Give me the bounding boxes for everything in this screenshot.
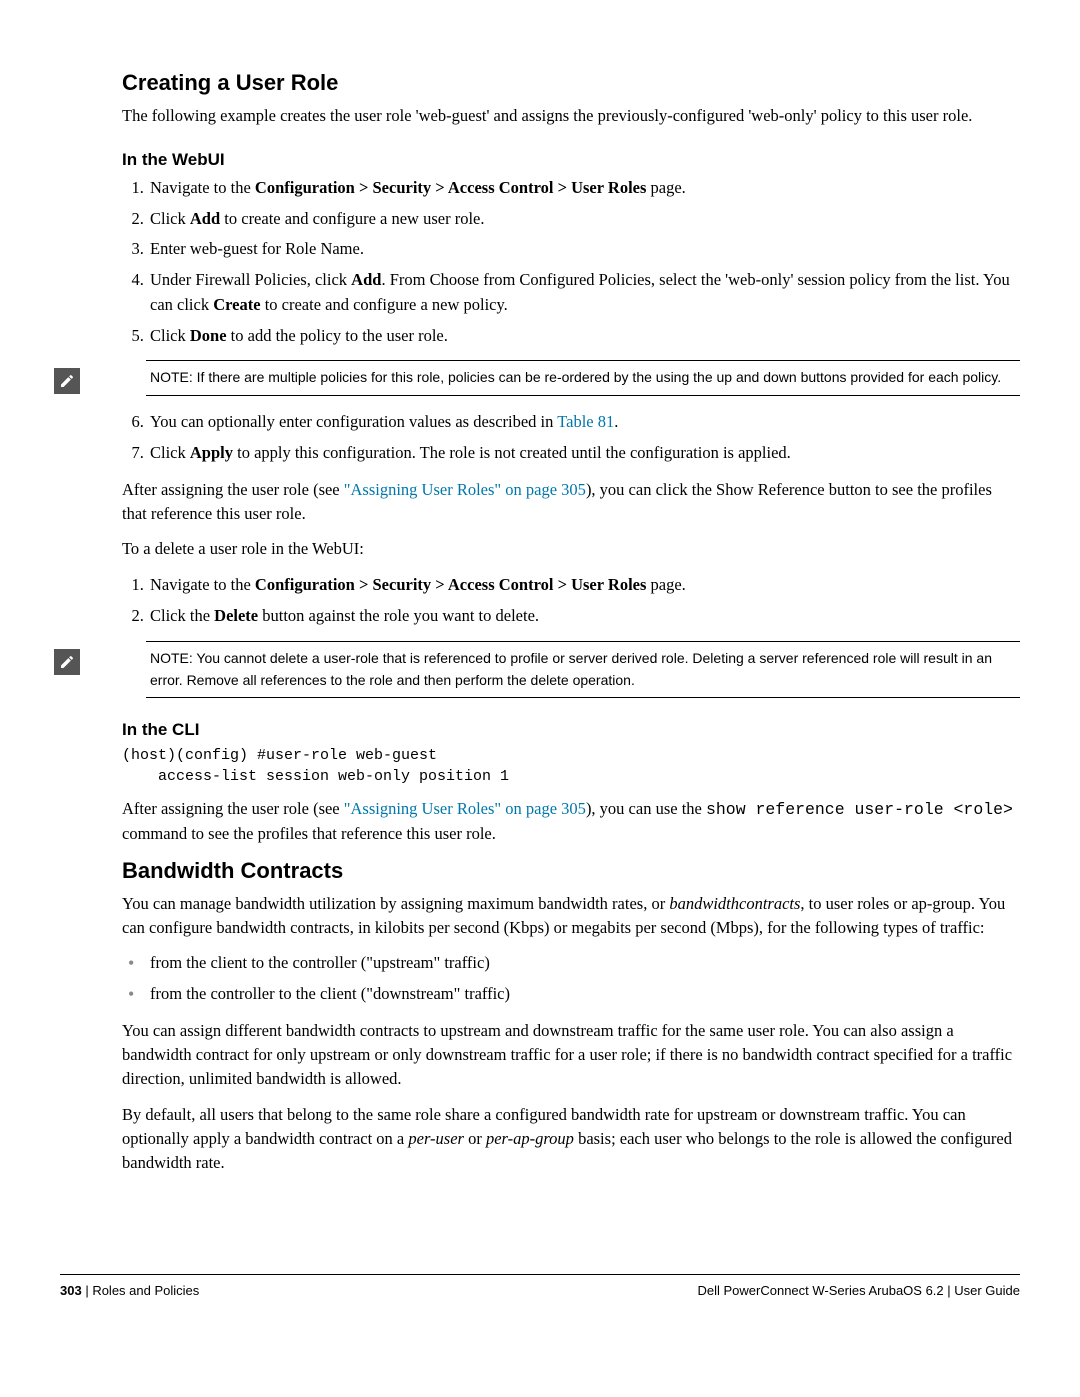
- pencil-icon: [54, 368, 80, 394]
- note-text: NOTE: If there are multiple policies for…: [146, 360, 1020, 396]
- list-item: Click the Delete button against the role…: [148, 604, 1020, 629]
- list-item: You can optionally enter configuration v…: [148, 410, 1020, 435]
- create-label: Create: [213, 295, 260, 314]
- subheading-webui: In the WebUI: [122, 150, 1020, 170]
- cli-code-block: (host)(config) #user-role web-guest acce…: [122, 746, 1020, 787]
- text: Navigate to the: [150, 575, 255, 594]
- add-label: Add: [190, 209, 220, 228]
- list-item: Under Firewall Policies, click Add. From…: [148, 268, 1020, 318]
- bandwidth-p2: You can assign different bandwidth contr…: [122, 1019, 1020, 1091]
- text: button against the role you want to dele…: [258, 606, 539, 625]
- page-number: 303: [60, 1283, 82, 1298]
- footer-left: 303 | Roles and Policies: [60, 1283, 199, 1298]
- list-item: from the controller to the client ("down…: [150, 982, 1020, 1007]
- webui-steps-list-a: Navigate to the Configuration > Security…: [122, 176, 1020, 349]
- note-block: NOTE: If there are multiple policies for…: [60, 360, 1020, 396]
- traffic-types-list: from the client to the controller ("upst…: [122, 951, 1020, 1007]
- text: Navigate to the: [150, 178, 255, 197]
- emphasis: per-ap-group: [486, 1129, 574, 1148]
- text: Under Firewall Policies, click: [150, 270, 351, 289]
- list-item: Click Done to add the policy to the user…: [148, 324, 1020, 349]
- cross-ref-link[interactable]: "Assigning User Roles" on page 305: [344, 480, 586, 499]
- after-assign-paragraph: After assigning the user role (see "Assi…: [122, 478, 1020, 526]
- delete-label: Delete: [214, 606, 258, 625]
- nav-path: Configuration > Security > Access Contro…: [255, 178, 646, 197]
- done-label: Done: [190, 326, 227, 345]
- list-item: Click Add to create and configure a new …: [148, 207, 1020, 232]
- text: to add the policy to the user role.: [227, 326, 448, 345]
- cli-after-paragraph: After assigning the user role (see "Assi…: [122, 797, 1020, 846]
- nav-path: Configuration > Security > Access Contro…: [255, 575, 646, 594]
- text: to apply this configuration. The role is…: [233, 443, 791, 462]
- chapter-title: Roles and Policies: [92, 1283, 199, 1298]
- emphasis: per-user: [408, 1129, 464, 1148]
- text: After assigning the user role (see: [122, 799, 344, 818]
- apply-label: Apply: [190, 443, 233, 462]
- list-item: from the client to the controller ("upst…: [150, 951, 1020, 976]
- add-label: Add: [351, 270, 381, 289]
- text: or: [464, 1129, 486, 1148]
- cross-ref-link[interactable]: "Assigning User Roles" on page 305: [344, 799, 586, 818]
- text: Click: [150, 443, 190, 462]
- text: After assigning the user role (see: [122, 480, 344, 499]
- emphasis: bandwidthcontracts: [669, 894, 800, 913]
- intro-paragraph: The following example creates the user r…: [122, 104, 1020, 128]
- list-item: Enter web-guest for Role Name.: [148, 237, 1020, 262]
- list-item: Navigate to the Configuration > Security…: [148, 573, 1020, 598]
- footer-separator: |: [82, 1283, 93, 1298]
- bandwidth-p3: By default, all users that belong to the…: [122, 1103, 1020, 1175]
- text: Click: [150, 326, 190, 345]
- delete-steps-list: Navigate to the Configuration > Security…: [122, 573, 1020, 629]
- text: .: [614, 412, 618, 431]
- webui-steps-list-b: You can optionally enter configuration v…: [122, 410, 1020, 466]
- text: Click: [150, 209, 190, 228]
- document-page: Creating a User Role The following examp…: [0, 0, 1080, 1338]
- text: You can manage bandwidth utilization by …: [122, 894, 669, 913]
- text: page.: [646, 178, 685, 197]
- text: You can optionally enter configuration v…: [150, 412, 557, 431]
- delete-intro: To a delete a user role in the WebUI:: [122, 537, 1020, 561]
- heading-creating-user-role: Creating a User Role: [122, 70, 1020, 96]
- list-item: Click Apply to apply this configuration.…: [148, 441, 1020, 466]
- footer-right: Dell PowerConnect W-Series ArubaOS 6.2 |…: [698, 1283, 1021, 1298]
- text: ), you can use the: [586, 799, 706, 818]
- pencil-icon: [54, 649, 80, 675]
- subheading-cli: In the CLI: [122, 720, 1020, 740]
- text: page.: [646, 575, 685, 594]
- note-text: NOTE: You cannot delete a user-role that…: [146, 641, 1020, 698]
- code-inline: show reference user-role <role>: [706, 800, 1013, 819]
- text: to create and configure a new user role.: [220, 209, 484, 228]
- text: Click the: [150, 606, 214, 625]
- table-link[interactable]: Table 81: [557, 412, 614, 431]
- list-item: Navigate to the Configuration > Security…: [148, 176, 1020, 201]
- page-footer: 303 | Roles and Policies Dell PowerConne…: [60, 1274, 1020, 1298]
- heading-bandwidth-contracts: Bandwidth Contracts: [122, 858, 1020, 884]
- text: to create and configure a new policy.: [261, 295, 508, 314]
- text: command to see the profiles that referen…: [122, 824, 496, 843]
- bandwidth-intro: You can manage bandwidth utilization by …: [122, 892, 1020, 940]
- note-block: NOTE: You cannot delete a user-role that…: [60, 641, 1020, 698]
